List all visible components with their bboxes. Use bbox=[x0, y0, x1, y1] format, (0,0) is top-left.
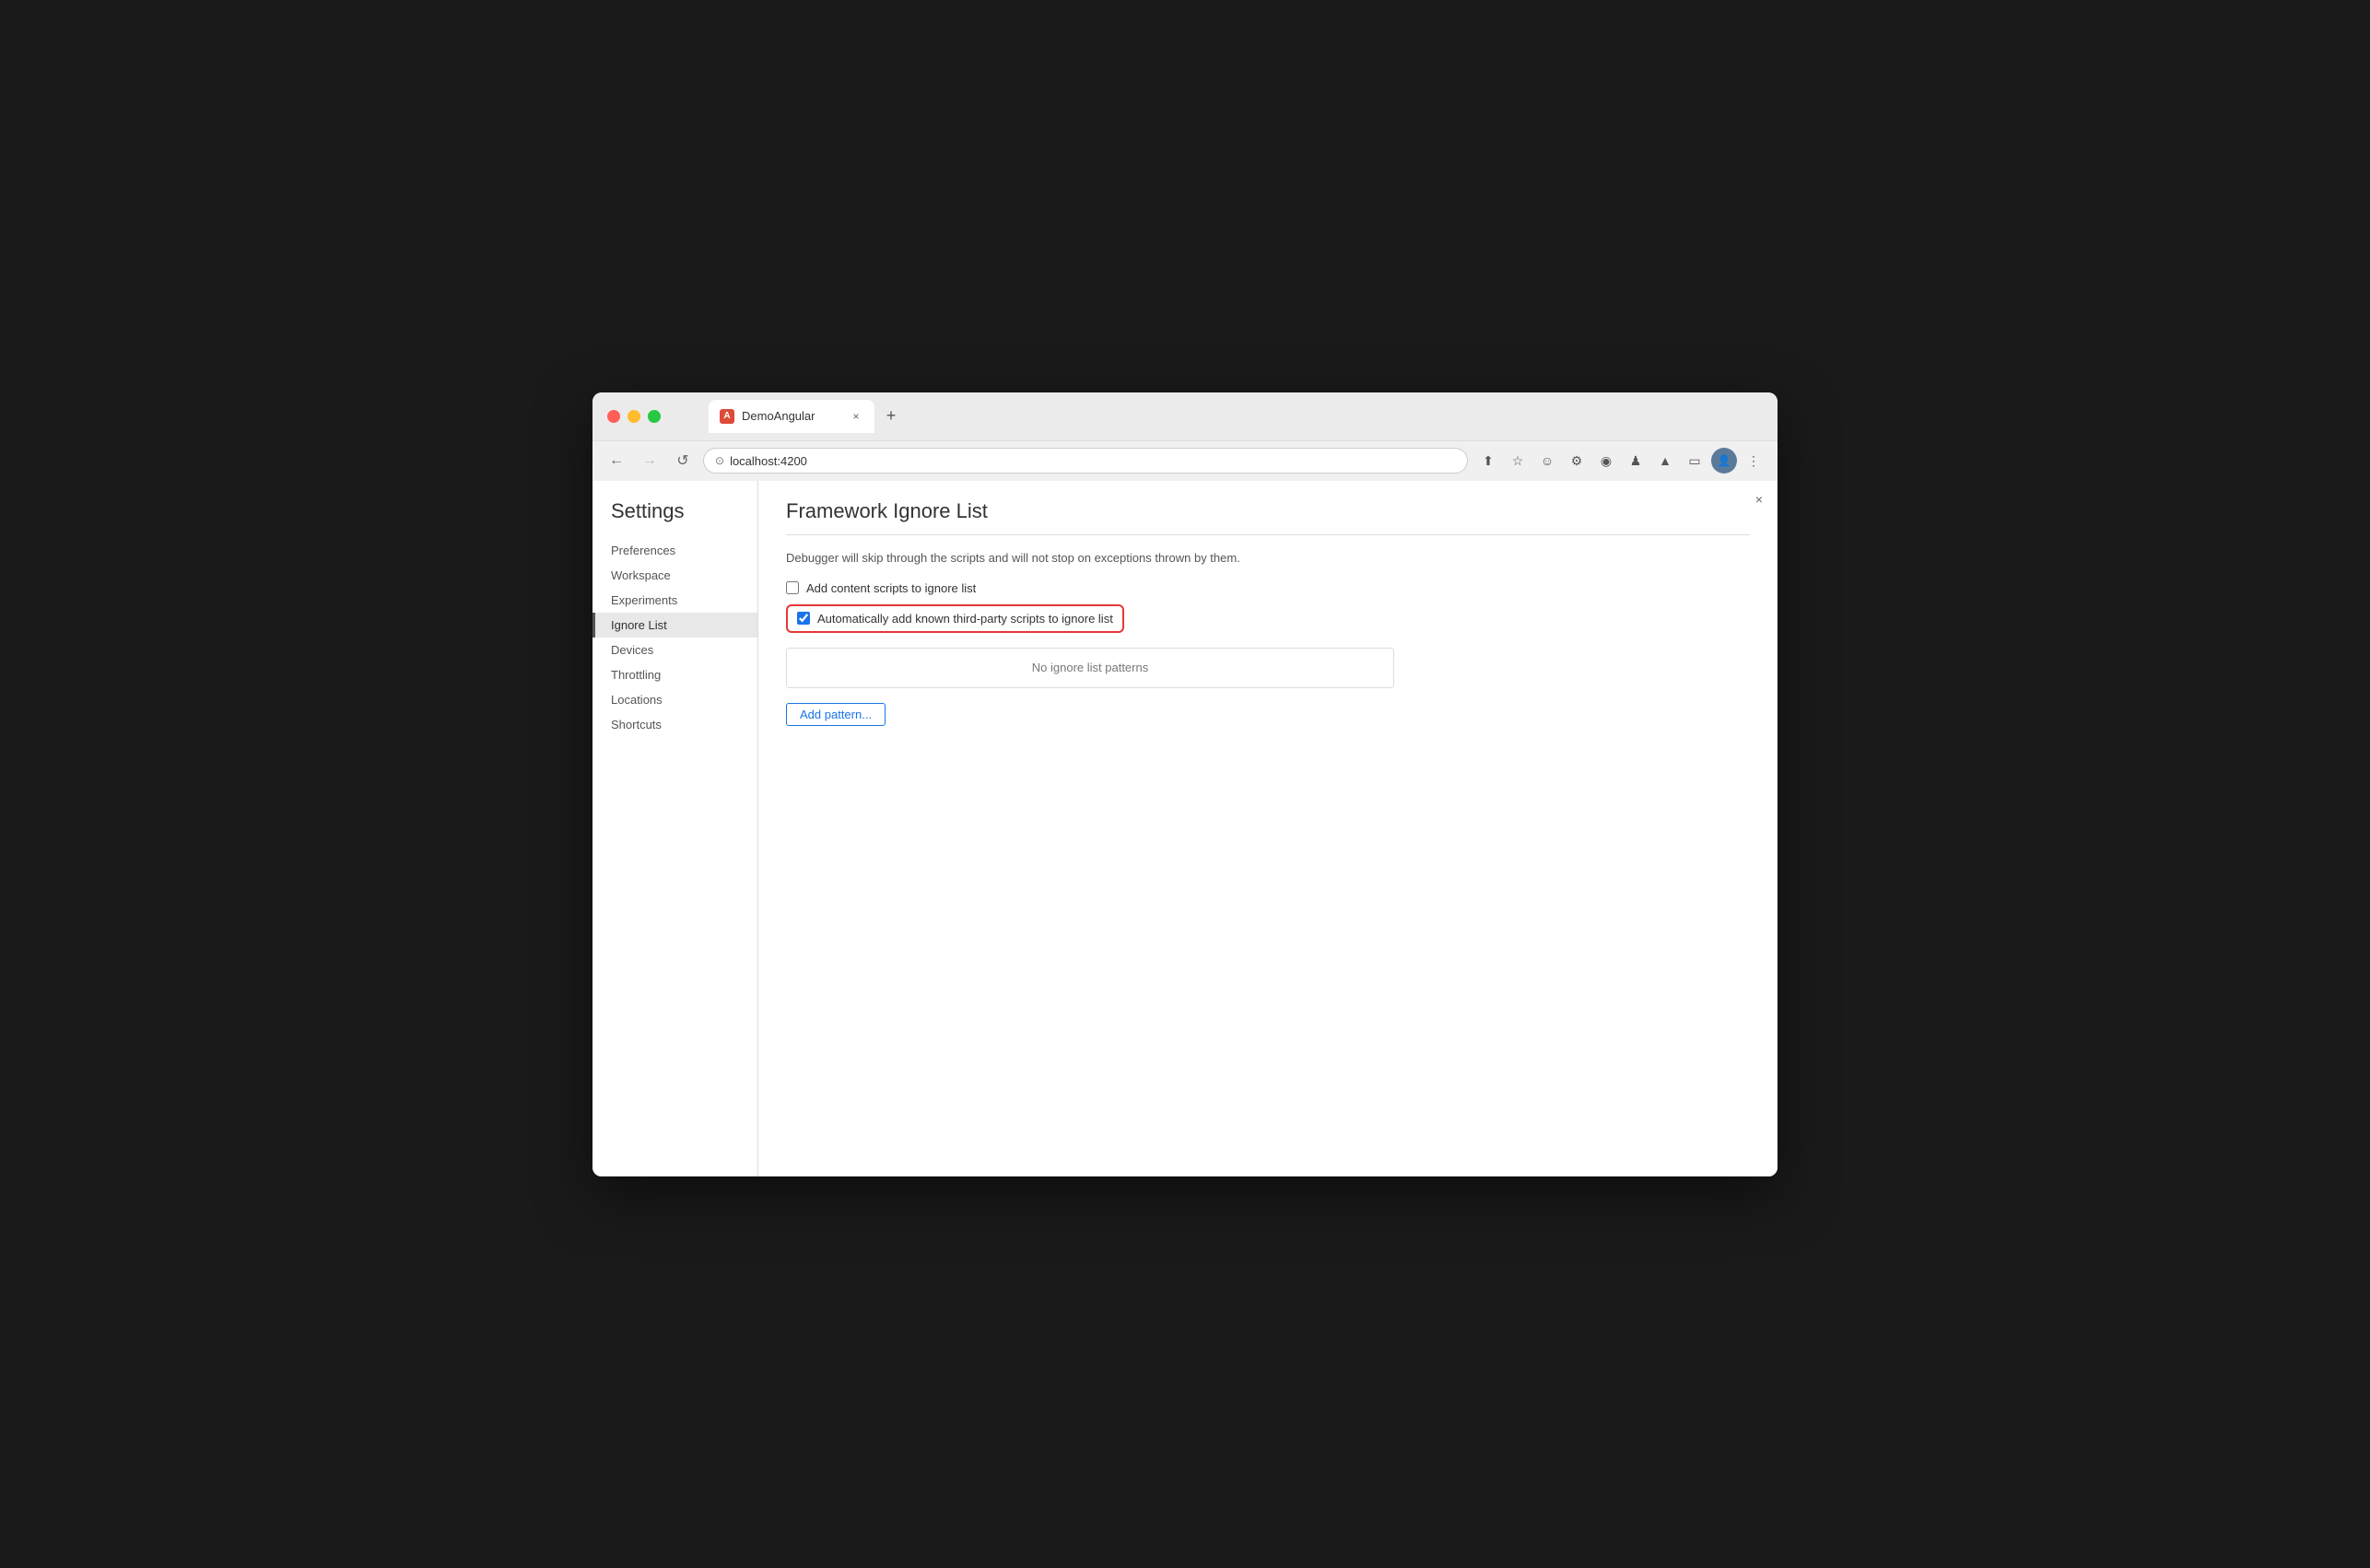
extension3-icon[interactable]: ◉ bbox=[1593, 448, 1619, 474]
tab-title: DemoAngular bbox=[742, 409, 841, 423]
address-bar[interactable]: ⊙ localhost:4200 bbox=[703, 448, 1468, 474]
patterns-empty-text: No ignore list patterns bbox=[1032, 661, 1148, 674]
sidebar-item-preferences[interactable]: Preferences bbox=[592, 538, 757, 563]
navigation-bar: ← → ↺ ⊙ localhost:4200 ⬆ ☆ ☺ ⚙ ◉ ♟ ▲ ▭ 👤… bbox=[592, 440, 1778, 481]
extension4-icon[interactable]: ♟ bbox=[1623, 448, 1648, 474]
sidebar-item-ignore-list[interactable]: Ignore List bbox=[592, 613, 757, 638]
extension2-icon[interactable]: ⚙ bbox=[1564, 448, 1590, 474]
traffic-lights bbox=[607, 410, 661, 423]
browser-content: +| − × Settings Preferences Workspace Ex… bbox=[592, 481, 1778, 1176]
maximize-traffic-light[interactable] bbox=[648, 410, 661, 423]
bookmark-icon[interactable]: ☆ bbox=[1505, 448, 1531, 474]
share-icon[interactable]: ⬆ bbox=[1475, 448, 1501, 474]
devtools-panel: × Settings Preferences Workspace Experim… bbox=[592, 481, 1778, 1176]
settings-main-content: Framework Ignore List Debugger will skip… bbox=[758, 481, 1778, 1176]
section-title: Framework Ignore List bbox=[786, 499, 1750, 523]
tab-close-button[interactable]: × bbox=[849, 409, 863, 424]
forward-button[interactable]: → bbox=[637, 448, 663, 474]
sidebar-item-workspace[interactable]: Workspace bbox=[592, 563, 757, 588]
add-content-scripts-checkbox[interactable] bbox=[786, 581, 799, 594]
add-content-scripts-label[interactable]: Add content scripts to ignore list bbox=[806, 581, 976, 595]
panel-close-button[interactable]: × bbox=[1750, 490, 1768, 509]
tab-favicon: A bbox=[720, 409, 734, 424]
section-description: Debugger will skip through the scripts a… bbox=[786, 550, 1750, 567]
new-tab-button[interactable]: + bbox=[878, 404, 904, 429]
sidebar-item-experiments[interactable]: Experiments bbox=[592, 588, 757, 613]
auto-add-third-party-label[interactable]: Automatically add known third-party scri… bbox=[817, 612, 1113, 626]
menu-icon[interactable]: ⋮ bbox=[1741, 448, 1766, 474]
sidebar-item-throttling[interactable]: Throttling bbox=[592, 662, 757, 687]
back-button[interactable]: ← bbox=[604, 448, 629, 474]
toolbar-icons: ⬆ ☆ ☺ ⚙ ◉ ♟ ▲ ▭ 👤 ⋮ bbox=[1475, 448, 1766, 474]
lock-icon: ⊙ bbox=[715, 454, 724, 467]
title-bar: A DemoAngular × + bbox=[592, 392, 1778, 440]
sidebar-item-devices[interactable]: Devices bbox=[592, 638, 757, 662]
auto-add-third-party-checkbox[interactable] bbox=[797, 612, 810, 625]
reload-button[interactable]: ↺ bbox=[670, 448, 696, 474]
auto-add-third-party-row-highlighted: Automatically add known third-party scri… bbox=[786, 604, 1124, 633]
browser-chrome: A DemoAngular × + ← → ↺ ⊙ localhost:4200… bbox=[592, 392, 1778, 481]
sidebar-toggle-icon[interactable]: ▭ bbox=[1682, 448, 1707, 474]
minimize-traffic-light[interactable] bbox=[628, 410, 640, 423]
patterns-box: No ignore list patterns bbox=[786, 648, 1394, 688]
settings-sidebar: Settings Preferences Workspace Experimen… bbox=[592, 481, 758, 1176]
close-traffic-light[interactable] bbox=[607, 410, 620, 423]
profile-icon[interactable]: 👤 bbox=[1711, 448, 1737, 474]
devtools-content: Settings Preferences Workspace Experimen… bbox=[592, 481, 1778, 1176]
sidebar-item-locations[interactable]: Locations bbox=[592, 687, 757, 712]
add-content-scripts-row: Add content scripts to ignore list bbox=[786, 581, 1750, 595]
active-tab[interactable]: A DemoAngular × bbox=[709, 400, 874, 433]
sidebar-item-shortcuts[interactable]: Shortcuts bbox=[592, 712, 757, 737]
extension1-icon[interactable]: ☺ bbox=[1534, 448, 1560, 474]
extension5-icon[interactable]: ▲ bbox=[1652, 448, 1678, 474]
browser-window: A DemoAngular × + ← → ↺ ⊙ localhost:4200… bbox=[592, 392, 1778, 1176]
settings-title: Settings bbox=[592, 499, 757, 538]
section-divider bbox=[786, 534, 1750, 535]
url-text: localhost:4200 bbox=[730, 454, 807, 468]
add-pattern-button[interactable]: Add pattern... bbox=[786, 703, 886, 726]
